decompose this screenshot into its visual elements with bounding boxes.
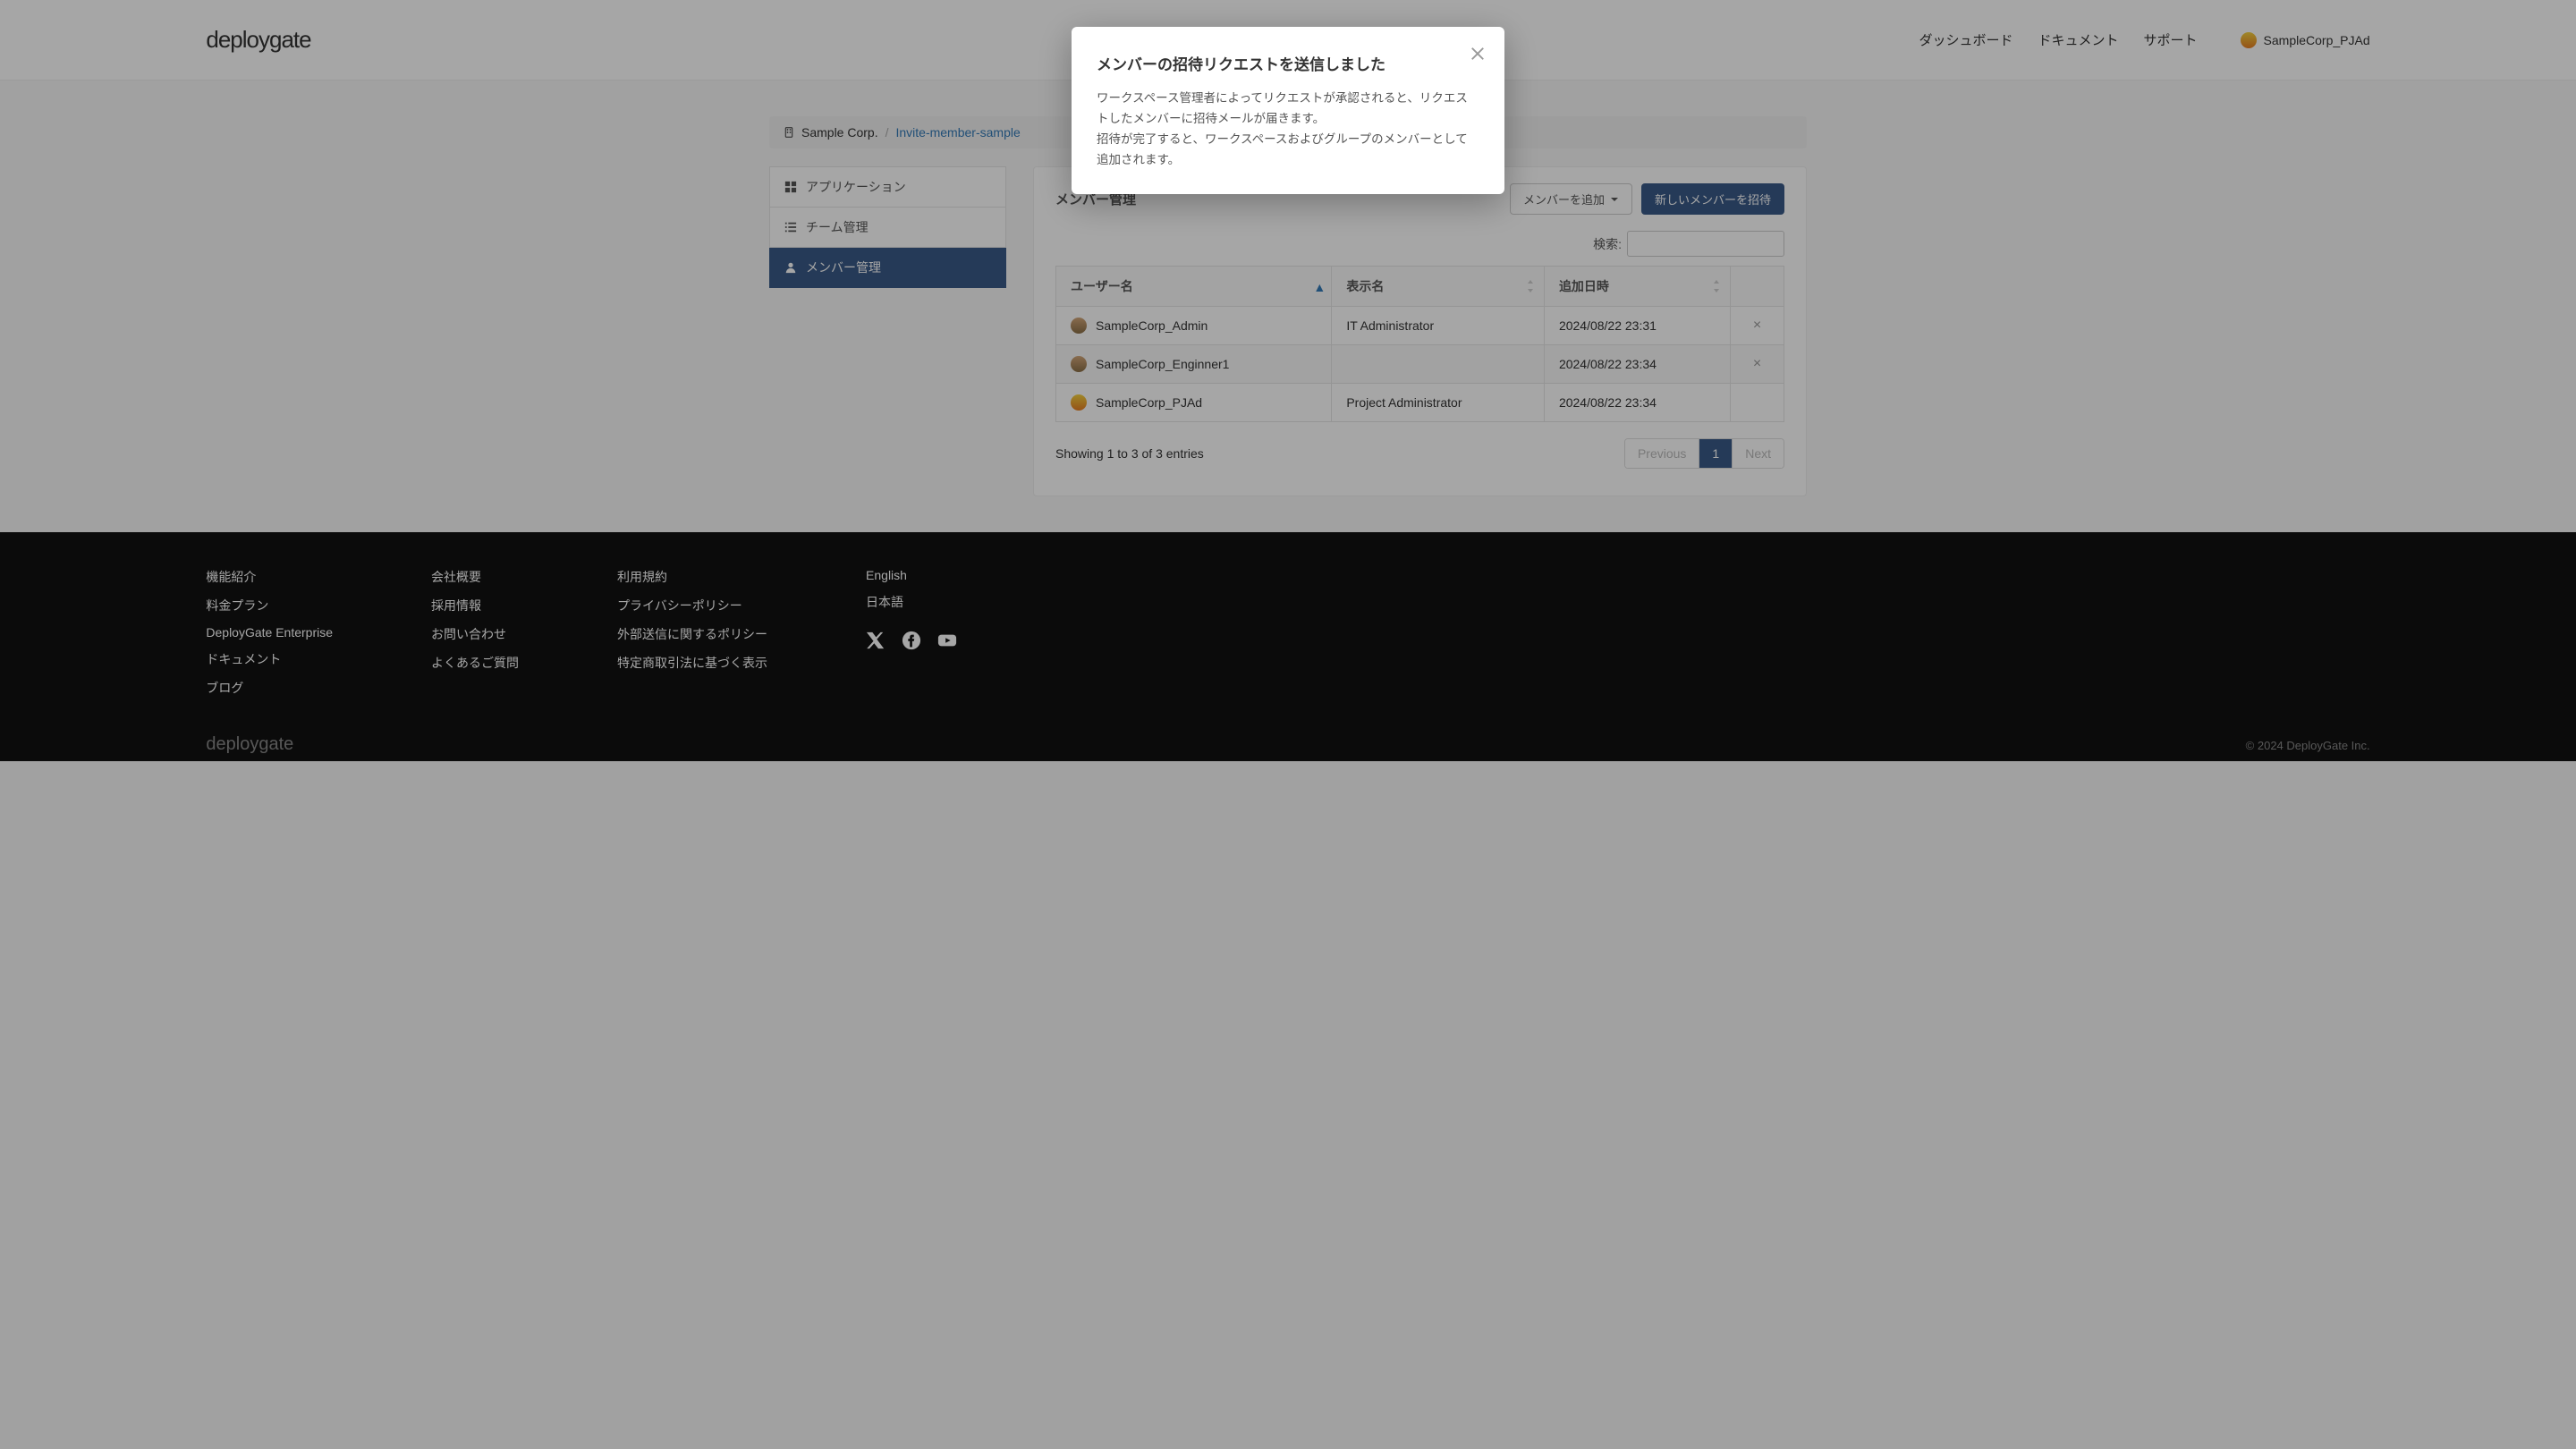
close-icon (1469, 45, 1487, 63)
invite-sent-modal: メンバーの招待リクエストを送信しました ワークスペース管理者によってリクエストが… (1072, 27, 1504, 194)
modal-body: ワークスペース管理者によってリクエストが承認されると、リクエストしたメンバーに招… (1097, 89, 1479, 171)
modal-close-button[interactable] (1469, 45, 1487, 63)
modal-title: メンバーの招待リクエストを送信しました (1097, 52, 1479, 74)
modal-overlay[interactable]: メンバーの招待リクエストを送信しました ワークスペース管理者によってリクエストが… (0, 0, 2576, 1449)
